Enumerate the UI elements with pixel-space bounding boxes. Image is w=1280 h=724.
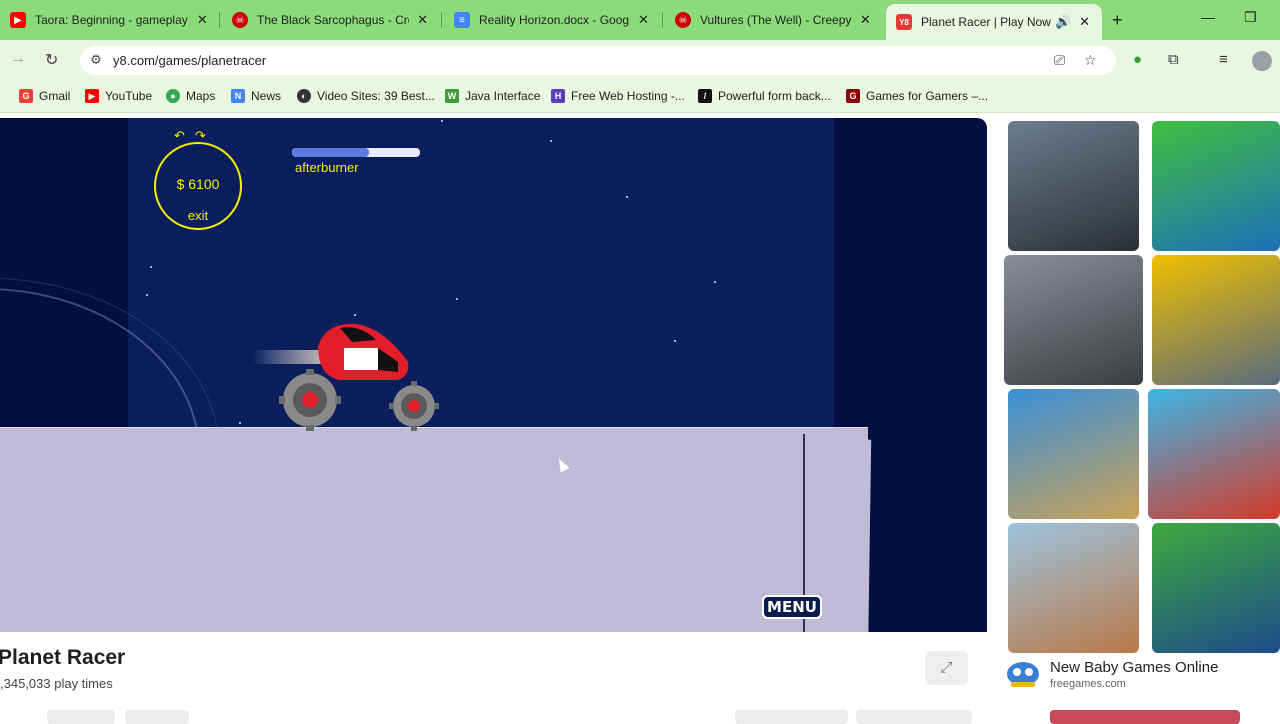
maps-icon: ● [166, 89, 180, 103]
ad-title[interactable]: New Baby Games Online [1050, 659, 1218, 676]
star [626, 196, 628, 198]
report-button[interactable] [856, 710, 972, 724]
tab-title: Vultures (The Well) - Creepyp [700, 13, 852, 27]
bookmark-gmail[interactable]: G Gmail [19, 89, 70, 103]
media-controls-icon[interactable]: ≡ [1219, 51, 1228, 68]
bookmark-free-web-hosting[interactable]: H Free Web Hosting -... [551, 89, 685, 103]
expand-icon: ⤢ [940, 659, 953, 676]
motocross-thumbnail[interactable] [1148, 389, 1280, 519]
close-icon[interactable]: ✕ [1077, 14, 1092, 30]
reload-icon[interactable]: ↻ [45, 50, 58, 70]
extension-icon[interactable]: ● [1133, 51, 1142, 68]
tab-reality-horizon[interactable]: ≡ Reality Horizon.docx - Google ✕ [444, 6, 661, 34]
skull-icon: ☠ [675, 12, 691, 28]
dislike-button[interactable] [125, 710, 189, 724]
ad-source: freegames.com [1050, 678, 1126, 690]
ad-banner[interactable] [1050, 710, 1240, 724]
robot-car-thumbnail[interactable] [1152, 255, 1280, 385]
bookmark-video-sites[interactable]: ◐ Video Sites: 39 Best... [297, 89, 435, 103]
skull-icon: ☠ [232, 12, 248, 28]
share-button[interactable] [735, 710, 848, 724]
new-tab-button[interactable]: + [1112, 10, 1123, 31]
gmail-icon: G [19, 89, 33, 103]
tab-black-sarcophagus[interactable]: ☠ The Black Sarcophagus - Cree ✕ [222, 6, 440, 34]
ad-link[interactable]: New Baby Games Online freegames.com [1005, 656, 1275, 696]
avatar[interactable] [1252, 51, 1272, 71]
tab-title: The Black Sarcophagus - Cree [257, 13, 410, 27]
bookmark-games-for-gamers[interactable]: G Games for Gamers –... [846, 89, 988, 103]
tab-title: Reality Horizon.docx - Google [479, 13, 630, 27]
fullscreen-button[interactable]: ⤢ [925, 651, 968, 685]
bookmark-star-icon[interactable]: ☆ [1084, 52, 1097, 69]
star [714, 281, 716, 283]
tab-vultures[interactable]: ☠ Vultures (The Well) - Creepyp ✕ [665, 6, 883, 34]
restore-icon[interactable]: ❐ [1244, 9, 1257, 26]
globe-icon: ◐ [297, 89, 311, 103]
url-text[interactable]: y8.com/games/planetracer [113, 53, 266, 68]
ground [0, 428, 868, 632]
w-icon: W [445, 89, 459, 103]
suv-racing-thumbnail[interactable] [1008, 523, 1139, 653]
page-title: Planet Racer [0, 646, 126, 669]
back-icon[interactable]: → [10, 50, 26, 68]
tab-taora[interactable]: ▶ Taora: Beginning - gameplay ( ✕ [0, 6, 220, 34]
star [674, 340, 676, 342]
youtube-icon: ▶ [85, 89, 99, 103]
star [354, 314, 356, 316]
bus-driving-thumbnail[interactable] [1008, 121, 1139, 251]
car-panel [344, 348, 378, 370]
star [456, 298, 458, 300]
address-bar[interactable]: ⚙ y8.com/games/planetracer ⎚ ☆ [80, 46, 1116, 75]
green-bus-thumbnail[interactable] [1152, 121, 1280, 251]
bookmark-news[interactable]: N News [231, 89, 281, 103]
game-canvas[interactable]: ↶↷ $ 6100 exit afterburner MENU [0, 118, 987, 632]
close-icon[interactable]: ✕ [195, 12, 210, 28]
site-info-icon[interactable]: ⚙ [88, 52, 104, 68]
bookmark-youtube[interactable]: ▶ YouTube [85, 89, 152, 103]
minimize-icon[interactable]: — [1201, 9, 1215, 25]
monster-truck-thumbnail[interactable] [1008, 389, 1139, 519]
speaker-icon[interactable]: 🔊 [1055, 14, 1071, 30]
exit-button[interactable]: exit [156, 208, 240, 223]
news-icon: N [231, 89, 245, 103]
bookmark-java-interface[interactable]: W Java Interface [445, 89, 540, 103]
menu-button[interactable]: MENU [762, 595, 822, 619]
rating-button[interactable] [47, 710, 115, 724]
y8-icon: Y8 [896, 14, 912, 30]
tab-title: Taora: Beginning - gameplay ( [35, 13, 189, 27]
games-icon: G [846, 89, 860, 103]
tab-title: Planet Racer | Play Now O [921, 15, 1054, 29]
afterburner-fill [292, 148, 369, 157]
freegames-logo-icon [1007, 662, 1039, 687]
extensions-puzzle-icon[interactable]: ⧉ [1168, 51, 1179, 68]
afterburner-label: afterburner [295, 160, 359, 175]
browser-toolbar: → ↻ ⚙ y8.com/games/planetracer ⎚ ☆ ● ⧉ ≡ [0, 40, 1280, 81]
bookmark-powerful-form[interactable]: / Powerful form back... [698, 89, 831, 103]
bookmark-maps[interactable]: ● Maps [166, 89, 215, 103]
star [146, 294, 148, 296]
star [150, 266, 152, 268]
tab-planet-racer[interactable]: Y8 Planet Racer | Play Now O 🔊 ✕ [886, 4, 1102, 40]
docs-icon: ≡ [454, 12, 470, 28]
install-app-icon[interactable]: ⎚ [1054, 52, 1065, 69]
close-icon[interactable]: ✕ [636, 12, 651, 28]
soccer-thumbnail[interactable] [1152, 523, 1280, 653]
bookmarks-bar: G Gmail ▶ YouTube ● Maps N News ◐ Video Sites… [0, 81, 1280, 113]
hosting-icon: H [551, 89, 565, 103]
form-icon: / [698, 89, 712, 103]
star [550, 140, 552, 142]
star [441, 120, 443, 122]
play-count: ,345,033 play times [0, 676, 113, 691]
money-exit-dial[interactable]: $ 6100 exit [154, 142, 242, 230]
close-icon[interactable]: ✕ [858, 12, 873, 28]
afterburner-bar [292, 148, 420, 157]
youtube-icon: ▶ [10, 12, 26, 28]
money-amount: $ 6100 [176, 176, 220, 192]
player-car [252, 323, 439, 431]
star [239, 422, 241, 424]
close-icon[interactable]: ✕ [415, 12, 430, 28]
tab-strip: ▶ Taora: Beginning - gameplay ( ✕ ☠ The … [0, 0, 1280, 40]
silver-sports-car-thumbnail[interactable] [1004, 255, 1143, 385]
